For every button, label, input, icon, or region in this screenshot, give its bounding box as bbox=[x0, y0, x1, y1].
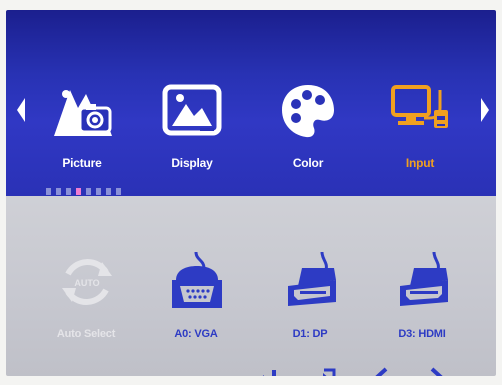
menu-label-input: Input bbox=[405, 156, 435, 170]
submenu-label-vga: A0: VGA bbox=[174, 328, 218, 340]
exit-icon[interactable] bbox=[312, 366, 338, 376]
menu-label-color: Color bbox=[292, 156, 324, 170]
page-dot-active bbox=[76, 188, 81, 195]
page-dot bbox=[46, 188, 51, 195]
menu-label-display: Display bbox=[171, 156, 213, 170]
displayport-connector-icon bbox=[288, 251, 336, 306]
submenu-item-hdmi[interactable]: D3: HDMI bbox=[372, 246, 472, 346]
input-icon bbox=[391, 85, 448, 128]
menu-item-input[interactable]: Input bbox=[380, 74, 460, 184]
osd-menu: Picture Display Color Input AUTO Auto Se… bbox=[6, 10, 496, 376]
menu-item-color[interactable]: Color bbox=[268, 74, 348, 184]
page-dot bbox=[106, 188, 111, 195]
vga-connector-icon bbox=[172, 251, 222, 308]
page-dot bbox=[96, 188, 101, 195]
picture-icon bbox=[54, 90, 112, 136]
submenu-panel: AUTO Auto Select A0: VGA D1: DP D3: HDMI bbox=[6, 196, 496, 376]
monitor-frame: Picture Display Color Input AUTO Auto Se… bbox=[0, 0, 502, 385]
hdmi-connector-icon bbox=[400, 251, 448, 306]
submenu-label-auto-select: Auto Select bbox=[56, 328, 116, 340]
left-arrow-icon[interactable] bbox=[16, 96, 26, 124]
display-icon bbox=[162, 84, 222, 136]
submenu-item-auto-select: AUTO Auto Select bbox=[36, 246, 136, 346]
submenu-label-displayport: D1: DP bbox=[292, 328, 328, 340]
right-arrow-icon[interactable] bbox=[480, 96, 490, 124]
submenu-item-vga[interactable]: A0: VGA bbox=[146, 246, 246, 346]
enter-icon[interactable] bbox=[254, 366, 280, 376]
page-dot bbox=[86, 188, 91, 195]
menu-item-display[interactable]: Display bbox=[152, 74, 232, 184]
submenu-item-displayport[interactable]: D1: DP bbox=[260, 246, 360, 346]
palette-icon bbox=[282, 85, 334, 138]
menu-item-picture[interactable]: Picture bbox=[42, 74, 122, 184]
page-dot bbox=[66, 188, 71, 195]
submenu-label-hdmi: D3: HDMI bbox=[398, 328, 446, 340]
main-menu-panel: Picture Display Color Input bbox=[6, 10, 496, 196]
menu-label-picture: Picture bbox=[62, 156, 102, 170]
svg-text:AUTO: AUTO bbox=[74, 278, 99, 288]
left-chevron-icon[interactable] bbox=[368, 366, 394, 376]
auto-select-icon: AUTO bbox=[62, 259, 112, 305]
right-chevron-icon[interactable] bbox=[424, 366, 450, 376]
page-dot bbox=[56, 188, 61, 195]
page-dot bbox=[116, 188, 121, 195]
